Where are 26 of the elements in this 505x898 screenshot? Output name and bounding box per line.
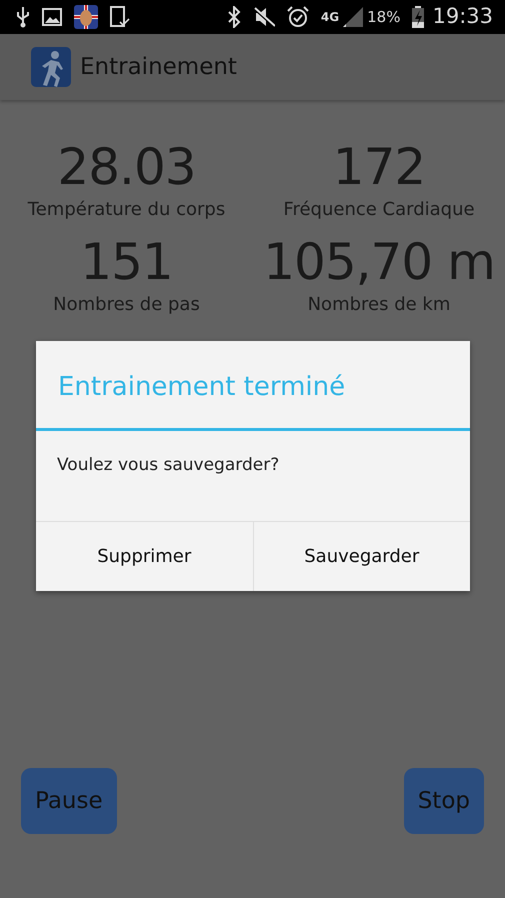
stat-value: 28.03 (57, 142, 196, 192)
image-icon (42, 8, 62, 26)
battery-percent: 18% (367, 6, 400, 28)
app-title: Entrainement (80, 52, 237, 82)
delete-button[interactable]: Supprimer (36, 522, 252, 591)
stat-label: Fréquence Cardiaque (283, 198, 475, 222)
stat-value: 151 (80, 237, 173, 287)
network-label: 4G (320, 11, 340, 23)
mute-icon (252, 7, 275, 27)
dialog-title: Entrainement terminé (58, 372, 346, 402)
stat-value: 105,70 m (263, 237, 495, 287)
clock-time: 19:33 (432, 3, 493, 30)
save-button[interactable]: Sauvegarder (252, 522, 470, 591)
dialog-message: Voulez vous sauvegarder? (57, 455, 280, 475)
bluetooth-icon (226, 6, 241, 28)
battery-icon (412, 6, 424, 28)
stat-label: Nombres de km (308, 293, 450, 317)
usb-icon (16, 6, 30, 28)
app-icon (74, 5, 98, 29)
signal-icon (343, 7, 364, 27)
alarm-icon (286, 6, 309, 28)
stat-value: 172 (332, 142, 426, 192)
runner-icon (31, 47, 71, 87)
phone-check-icon (110, 6, 130, 28)
stat-label: Température du corps (28, 198, 226, 222)
stat-label: Nombres de pas (53, 293, 200, 317)
